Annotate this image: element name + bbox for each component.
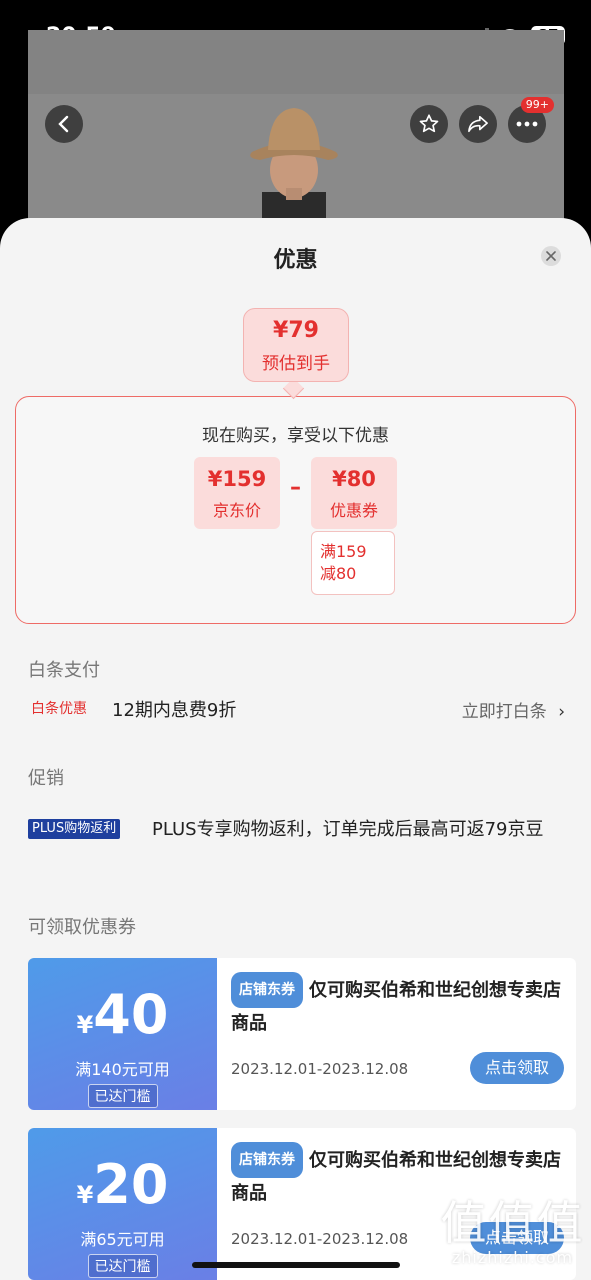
- watermark-url: zhizhizhi.com: [451, 1248, 574, 1267]
- status-bar: 20:59 87: [0, 0, 591, 49]
- share-icon: [468, 115, 488, 133]
- message-badge: 99+: [520, 97, 554, 113]
- currency-symbol: ¥: [76, 1011, 94, 1039]
- shop-coupon-tag: 店铺东券: [231, 972, 303, 1008]
- close-icon: [546, 251, 556, 261]
- jd-price-value: ¥159: [207, 467, 267, 491]
- coupon-date: 2023.12.01-2023.12.08: [231, 1230, 409, 1248]
- product-image: [250, 108, 338, 232]
- chevron-left-icon: [58, 115, 69, 133]
- promotion-section-title: 促销: [28, 768, 64, 789]
- coupon-rule: 满159 减80: [311, 531, 395, 595]
- coupon-card: ¥40 满140元可用 已达门槛 店铺东券 仅可购买伯希和世纪创想专卖店商品 20…: [28, 958, 576, 1110]
- share-button[interactable]: [459, 105, 497, 143]
- coupon-condition: 满65元可用: [80, 1230, 165, 1249]
- back-button[interactable]: [45, 105, 83, 143]
- favorite-button[interactable]: [410, 105, 448, 143]
- coupon-condition: 满140元可用: [75, 1060, 170, 1079]
- coupon-value-panel: ¥20 满65元可用 已达门槛: [28, 1128, 217, 1280]
- coupon-rule-line2: 减80: [320, 564, 357, 583]
- coupons-section-title: 可领取优惠券: [28, 917, 136, 938]
- coupon-status: 已达门槛: [87, 1254, 158, 1278]
- jd-price-label: 京东价: [212, 501, 261, 520]
- plus-offer-text: PLUS专享购物返利，订单完成后最高可返79京豆: [152, 819, 544, 840]
- more-button[interactable]: 99+: [508, 97, 554, 143]
- discount-calculation-box: 现在购买，享受以下优惠 ¥159 京东价 – ¥80 优惠券 满159 减80: [15, 396, 576, 624]
- estimate-bubble: ¥79 预估到手: [243, 308, 349, 382]
- coupon-info: 店铺东券 仅可购买伯希和世纪创想专卖店商品: [231, 972, 567, 1040]
- coupon-value-panel: ¥40 满140元可用 已达门槛: [28, 958, 217, 1110]
- sheet-title: 优惠: [273, 248, 318, 273]
- coupon-price-card: ¥80 优惠券: [311, 457, 397, 529]
- coupon-price-value: ¥80: [332, 467, 376, 491]
- calc-title: 现在购买，享受以下优惠: [202, 426, 389, 446]
- more-dots-icon: [516, 121, 538, 127]
- baitiao-link-label: 立即打白条: [461, 702, 547, 722]
- discount-sheet: 优惠 现在购买，享受以下优惠 ¥159 京东价 – ¥80 优惠券 满159 减…: [0, 218, 591, 1280]
- plus-tag: PLUS购物返利: [28, 819, 121, 839]
- coupon-edge: [28, 1128, 34, 1280]
- baitiao-link[interactable]: 立即打白条 ›: [462, 697, 565, 722]
- coupon-amount: ¥40: [28, 986, 217, 1054]
- coupon-edge: [28, 958, 34, 1110]
- shop-coupon-tag: 店铺东券: [231, 1142, 303, 1178]
- star-icon: [419, 114, 439, 133]
- minus-operator: –: [290, 475, 301, 500]
- baitiao-section-title: 白条支付: [28, 660, 100, 681]
- watermark-logo: 值值值: [440, 1196, 585, 1250]
- close-button[interactable]: [541, 246, 561, 266]
- coupon-amount: ¥20: [28, 1156, 217, 1224]
- baitiao-offer-text: 12期内息费9折: [112, 700, 237, 721]
- site-watermark: 值值值 zhizhizhi.com: [440, 1198, 585, 1267]
- jd-price-card: ¥159 京东价: [194, 457, 280, 529]
- coupon-amount-value: 40: [93, 983, 169, 1046]
- currency-symbol: ¥: [76, 1181, 94, 1209]
- baitiao-tag: 白条优惠: [31, 701, 87, 717]
- coupon-price-label: 优惠券: [329, 501, 378, 520]
- coupon-amount-value: 20: [93, 1153, 169, 1216]
- coupon-date: 2023.12.01-2023.12.08: [231, 1060, 409, 1078]
- estimate-price: ¥79: [273, 318, 319, 343]
- coupon-status: 已达门槛: [87, 1084, 158, 1108]
- home-indicator[interactable]: [192, 1262, 400, 1268]
- coupon-rule-line1: 满159: [320, 542, 367, 561]
- chevron-right-icon: ›: [558, 702, 565, 722]
- claim-coupon-button[interactable]: 点击领取: [470, 1052, 564, 1084]
- estimate-label: 预估到手: [262, 354, 330, 374]
